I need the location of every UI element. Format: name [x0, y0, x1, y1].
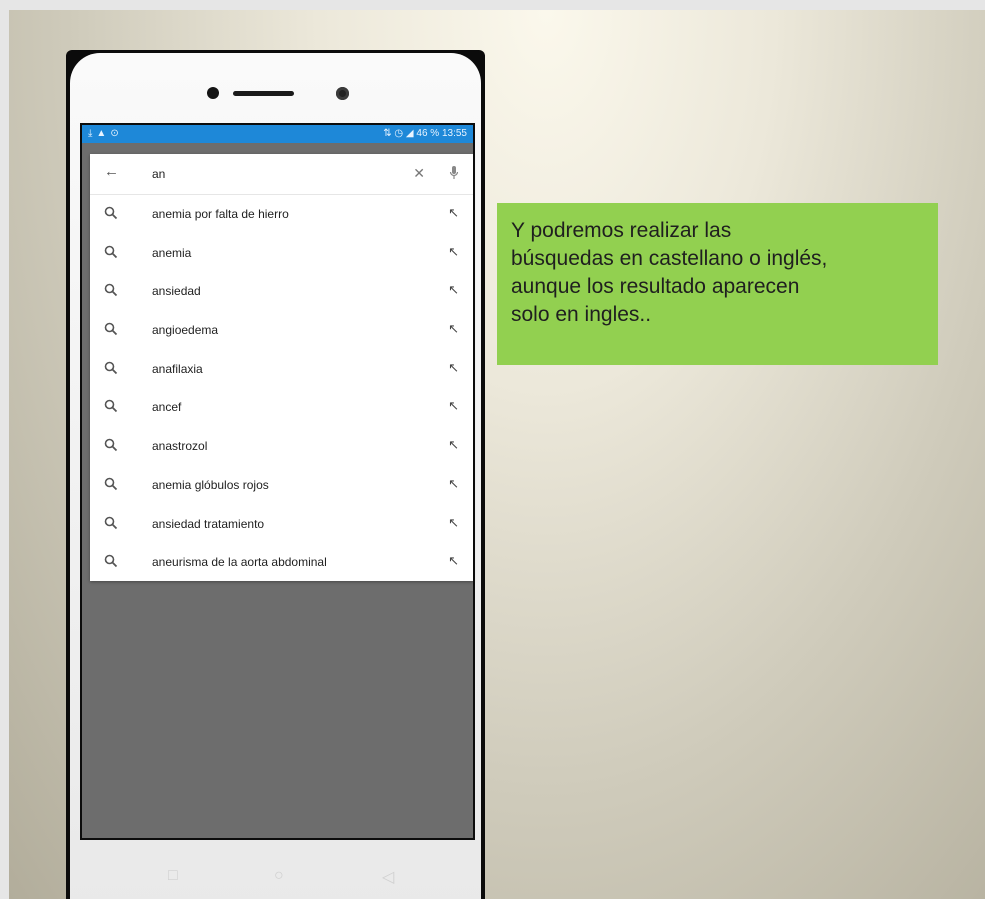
clear-icon[interactable]: ✕	[413, 165, 425, 182]
search-icon	[104, 554, 118, 568]
suggestion-item[interactable]: ansiedad tratamiento ↖	[90, 505, 473, 544]
search-bar[interactable]: ← an ✕	[90, 154, 473, 195]
fill-query-arrow-icon[interactable]: ↖	[448, 321, 459, 337]
android-nav-bar: □ ○ ◁	[80, 841, 475, 899]
search-input[interactable]: an	[152, 167, 165, 181]
search-icon	[104, 284, 118, 297]
back-arrow-icon[interactable]: ←	[104, 163, 119, 180]
suggestion-item[interactable]: angioedema ↖	[90, 311, 473, 350]
suggestion-label: ansiedad tratamiento	[152, 516, 265, 531]
front-sensor-icon	[207, 87, 219, 99]
suggestion-label: ansiedad	[152, 284, 201, 299]
fill-query-arrow-icon[interactable]: ↖	[448, 282, 459, 298]
search-icon	[104, 361, 118, 374]
front-camera-icon	[336, 87, 349, 100]
fill-query-arrow-icon[interactable]: ↖	[448, 360, 459, 376]
suggestion-item[interactable]: anafilaxia ↖	[90, 350, 473, 389]
phone-bezel: ⤓ ▲ ⊙ ⇅ ◷ ◢ 46 % 13:55 ← an ✕ anemia por…	[70, 53, 481, 899]
caption-text: Y podremos realizar las búsquedas en cas…	[511, 219, 828, 326]
suggestion-item[interactable]: aneurisma de la aorta abdominal ↖	[90, 543, 473, 582]
search-icon	[104, 477, 118, 490]
warning-icon: ▲	[96, 128, 107, 139]
fill-query-arrow-icon[interactable]: ↖	[448, 205, 459, 221]
search-icon	[104, 516, 118, 529]
fill-query-arrow-icon[interactable]: ↖	[448, 553, 459, 569]
fill-query-arrow-icon[interactable]: ↖	[448, 515, 459, 531]
suggestion-label: anastrozol	[152, 439, 208, 454]
suggestion-label: angioedema	[152, 323, 219, 338]
status-left-icons: ⤓ ▲ ⊙	[88, 125, 119, 143]
sync-icon: ⊙	[110, 128, 119, 139]
suggestion-item[interactable]: ansiedad ↖	[90, 272, 473, 311]
caption-box: Y podremos realizar las búsquedas en cas…	[497, 203, 938, 365]
suggestion-label: ancef	[152, 400, 182, 415]
back-nav-icon[interactable]: ◁	[382, 867, 394, 887]
search-icon	[104, 400, 118, 413]
suggestion-list: anemia por falta de hierro ↖ anemia ↖ ansied…	[90, 195, 473, 582]
search-icon	[104, 438, 118, 452]
suggestion-item[interactable]: anemia glóbulos rojos ↖	[90, 466, 473, 505]
fill-query-arrow-icon[interactable]: ↖	[448, 244, 459, 260]
signal-icons: ⇅ ◷ ◢	[383, 128, 417, 139]
search-icon	[104, 245, 118, 258]
fill-query-arrow-icon[interactable]: ↖	[448, 437, 459, 453]
suggestion-item[interactable]: ancef ↖	[90, 388, 473, 427]
fill-query-arrow-icon[interactable]: ↖	[448, 476, 459, 492]
phone-frame: ⤓ ▲ ⊙ ⇅ ◷ ◢ 46 % 13:55 ← an ✕ anemia por…	[66, 50, 485, 899]
microphone-icon[interactable]	[449, 165, 459, 181]
earpiece-speaker	[233, 91, 294, 96]
suggestion-label: anemia por falta de hierro	[152, 207, 289, 221]
search-suggestions-panel: ← an ✕ anemia por falta de hierro ↖ anemia…	[90, 154, 473, 581]
slide: ⤓ ▲ ⊙ ⇅ ◷ ◢ 46 % 13:55 ← an ✕ anemia por…	[9, 10, 985, 899]
status-right: ⇅ ◷ ◢ 46 % 13:55	[383, 125, 467, 143]
suggestion-label: anafilaxia	[152, 361, 203, 376]
search-icon	[104, 322, 118, 336]
suggestion-label: aneurisma de la aorta abdominal	[152, 555, 327, 570]
download-icon: ⤓	[88, 128, 93, 139]
recent-apps-icon[interactable]: □	[168, 867, 178, 885]
suggestion-label: anemia glóbulos rojos	[152, 477, 269, 492]
battery-time: 46 % 13:55	[416, 128, 467, 139]
suggestion-item[interactable]: anemia por falta de hierro ↖	[90, 195, 473, 234]
status-bar: ⤓ ▲ ⊙ ⇅ ◷ ◢ 46 % 13:55	[82, 125, 473, 143]
home-icon[interactable]: ○	[274, 867, 284, 885]
suggestion-label: anemia	[152, 245, 192, 260]
phone-screen: ⤓ ▲ ⊙ ⇅ ◷ ◢ 46 % 13:55 ← an ✕ anemia por…	[80, 123, 475, 840]
fill-query-arrow-icon[interactable]: ↖	[448, 398, 459, 414]
suggestion-item[interactable]: anemia ↖	[90, 234, 473, 273]
suggestion-item[interactable]: anastrozol ↖	[90, 427, 473, 466]
search-icon	[104, 206, 118, 220]
